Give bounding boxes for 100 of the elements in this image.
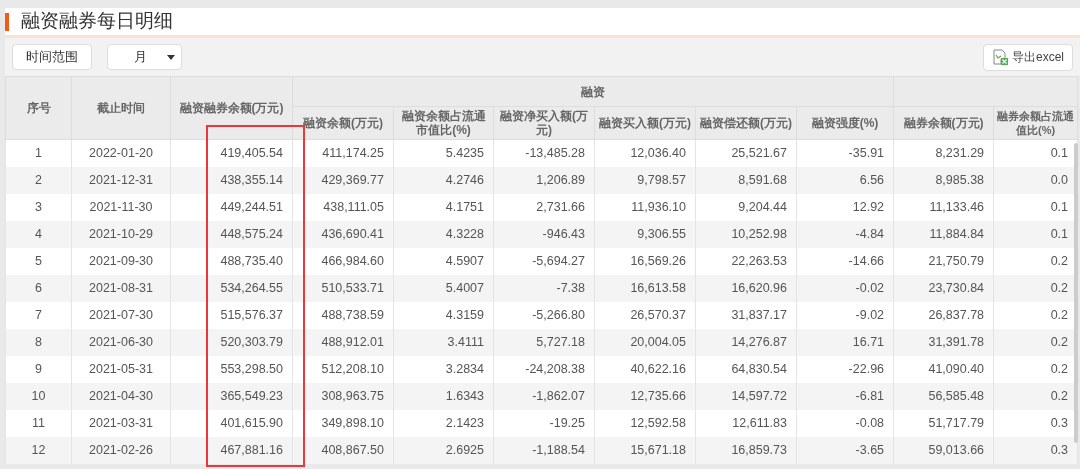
table-cell: 438,111.05: [292, 193, 394, 221]
table-cell: 2022-01-20: [71, 139, 171, 167]
table-cell: 2: [5, 166, 72, 194]
table-cell: 9,798.57: [594, 166, 696, 194]
table-cell: 2021-11-30: [71, 193, 171, 221]
table-cell: 488,738.59: [292, 301, 394, 329]
table-cell: 2021-04-30: [71, 382, 171, 410]
column-header: 融资余额(万元): [292, 106, 394, 140]
table-cell: 26,837.78: [893, 301, 994, 329]
table-cell: 12.92: [796, 193, 894, 221]
column-header: 融资强度(%): [796, 106, 894, 140]
table-cell: 3: [5, 193, 72, 221]
table-cell: 12,036.40: [594, 139, 696, 167]
table-cell: 7: [5, 301, 72, 329]
table-cell: 4.5907: [393, 247, 494, 275]
table-cell: 8,985.38: [893, 166, 994, 194]
table-cell: 419,405.54: [170, 139, 293, 167]
time-range-label: 时间范围: [12, 44, 92, 70]
table-cell: -946.43: [493, 220, 595, 248]
table-cell: 466,984.60: [292, 247, 394, 275]
table-cell: 16,569.26: [594, 247, 696, 275]
table-cell: 2021-10-29: [71, 220, 171, 248]
table-cell: 3.2834: [393, 355, 494, 383]
column-header: 融资融券余额(万元): [170, 76, 293, 140]
table-cell: -35.91: [796, 139, 894, 167]
table-cell: 12,735.66: [594, 382, 696, 410]
table-cell: -9.02: [796, 301, 894, 329]
table-cell: 2021-09-30: [71, 247, 171, 275]
table-cell: 488,912.01: [292, 328, 394, 356]
table-cell: 365,549.23: [170, 382, 293, 410]
period-dropdown[interactable]: 月: [107, 44, 182, 70]
table-cell: 11,133.46: [893, 193, 994, 221]
table-cell: 1: [5, 139, 72, 167]
table-cell: 2.1423: [393, 409, 494, 437]
column-header: 融资偿还额(万元): [695, 106, 797, 140]
table-cell: -5,266.80: [493, 301, 595, 329]
table-cell: 12,592.58: [594, 409, 696, 437]
table-cell: 3.4111: [393, 328, 494, 356]
table-cell: 5.4007: [393, 274, 494, 302]
table-cell: 438,355.14: [170, 166, 293, 194]
spreadsheet-export-icon: [992, 49, 1008, 65]
table-cell: -19.25: [493, 409, 595, 437]
column-header: 融券余额(万元): [893, 106, 994, 140]
table-cell: 8: [5, 328, 72, 356]
table-cell: 16.71: [796, 328, 894, 356]
table-cell: 436,690.41: [292, 220, 394, 248]
table-cell: 2021-12-31: [71, 166, 171, 194]
table-cell: -3.65: [796, 436, 894, 464]
column-header: 序号: [5, 76, 72, 140]
table-cell: 1,206.89: [493, 166, 595, 194]
table-cell: 25,521.67: [695, 139, 797, 167]
table-cell: -6.81: [796, 382, 894, 410]
table-cell: 14,276.87: [695, 328, 797, 356]
table-cell: -24,208.38: [493, 355, 595, 383]
table-cell: 5: [5, 247, 72, 275]
table-cell: 8,591.68: [695, 166, 797, 194]
table-cell: 534,264.55: [170, 274, 293, 302]
table-cell: 11,936.10: [594, 193, 696, 221]
column-header: 融资余额占流通市值比(%): [393, 106, 494, 140]
table-cell: 6: [5, 274, 72, 302]
table-cell: 51,717.79: [893, 409, 994, 437]
table-cell: 40,622.16: [594, 355, 696, 383]
table-cell: 5.4235: [393, 139, 494, 167]
table-cell: 401,615.90: [170, 409, 293, 437]
table-cell: -5,694.27: [493, 247, 595, 275]
table-cell: 2021-05-31: [71, 355, 171, 383]
table-cell: 4.3159: [393, 301, 494, 329]
table-cell: 10: [5, 382, 72, 410]
column-header: 融资净买入额(万元): [493, 106, 595, 140]
export-button[interactable]: 导出excel: [983, 43, 1073, 71]
table-cell: 553,298.50: [170, 355, 293, 383]
table-cell: 8,231.29: [893, 139, 994, 167]
panel-title: 融资融券每日明细: [21, 9, 173, 34]
table-cell: -14.66: [796, 247, 894, 275]
table-cell: 9,204.44: [695, 193, 797, 221]
table-cell: 4: [5, 220, 72, 248]
table-cell: 21,750.79: [893, 247, 994, 275]
table-cell: 429,369.77: [292, 166, 394, 194]
table-cell: 22,263.53: [695, 247, 797, 275]
table-cell: 2021-08-31: [71, 274, 171, 302]
table-cell: 10,252.98: [695, 220, 797, 248]
table-cell: 512,208.10: [292, 355, 394, 383]
table-cell: 2.6925: [393, 436, 494, 464]
table-cell: 1.6343: [393, 382, 494, 410]
table-cell: 488,735.40: [170, 247, 293, 275]
table-cell: 26,570.37: [594, 301, 696, 329]
table-cell: 467,881.16: [170, 436, 293, 464]
table-cell: 408,867.50: [292, 436, 394, 464]
column-group-header: 融资: [292, 76, 894, 107]
table-cell: 11: [5, 409, 72, 437]
table-cell: 349,898.10: [292, 409, 394, 437]
table-cell: -1,862.07: [493, 382, 595, 410]
table-cell: 2021-02-26: [71, 436, 171, 464]
table-cell: 41,090.40: [893, 355, 994, 383]
table-cell: 4.2746: [393, 166, 494, 194]
table-cell: 520,303.79: [170, 328, 293, 356]
table-cell: 15,671.18: [594, 436, 696, 464]
table-cell: 308,963.75: [292, 382, 394, 410]
table-cell: 2021-03-31: [71, 409, 171, 437]
accent-marker: [5, 12, 9, 31]
